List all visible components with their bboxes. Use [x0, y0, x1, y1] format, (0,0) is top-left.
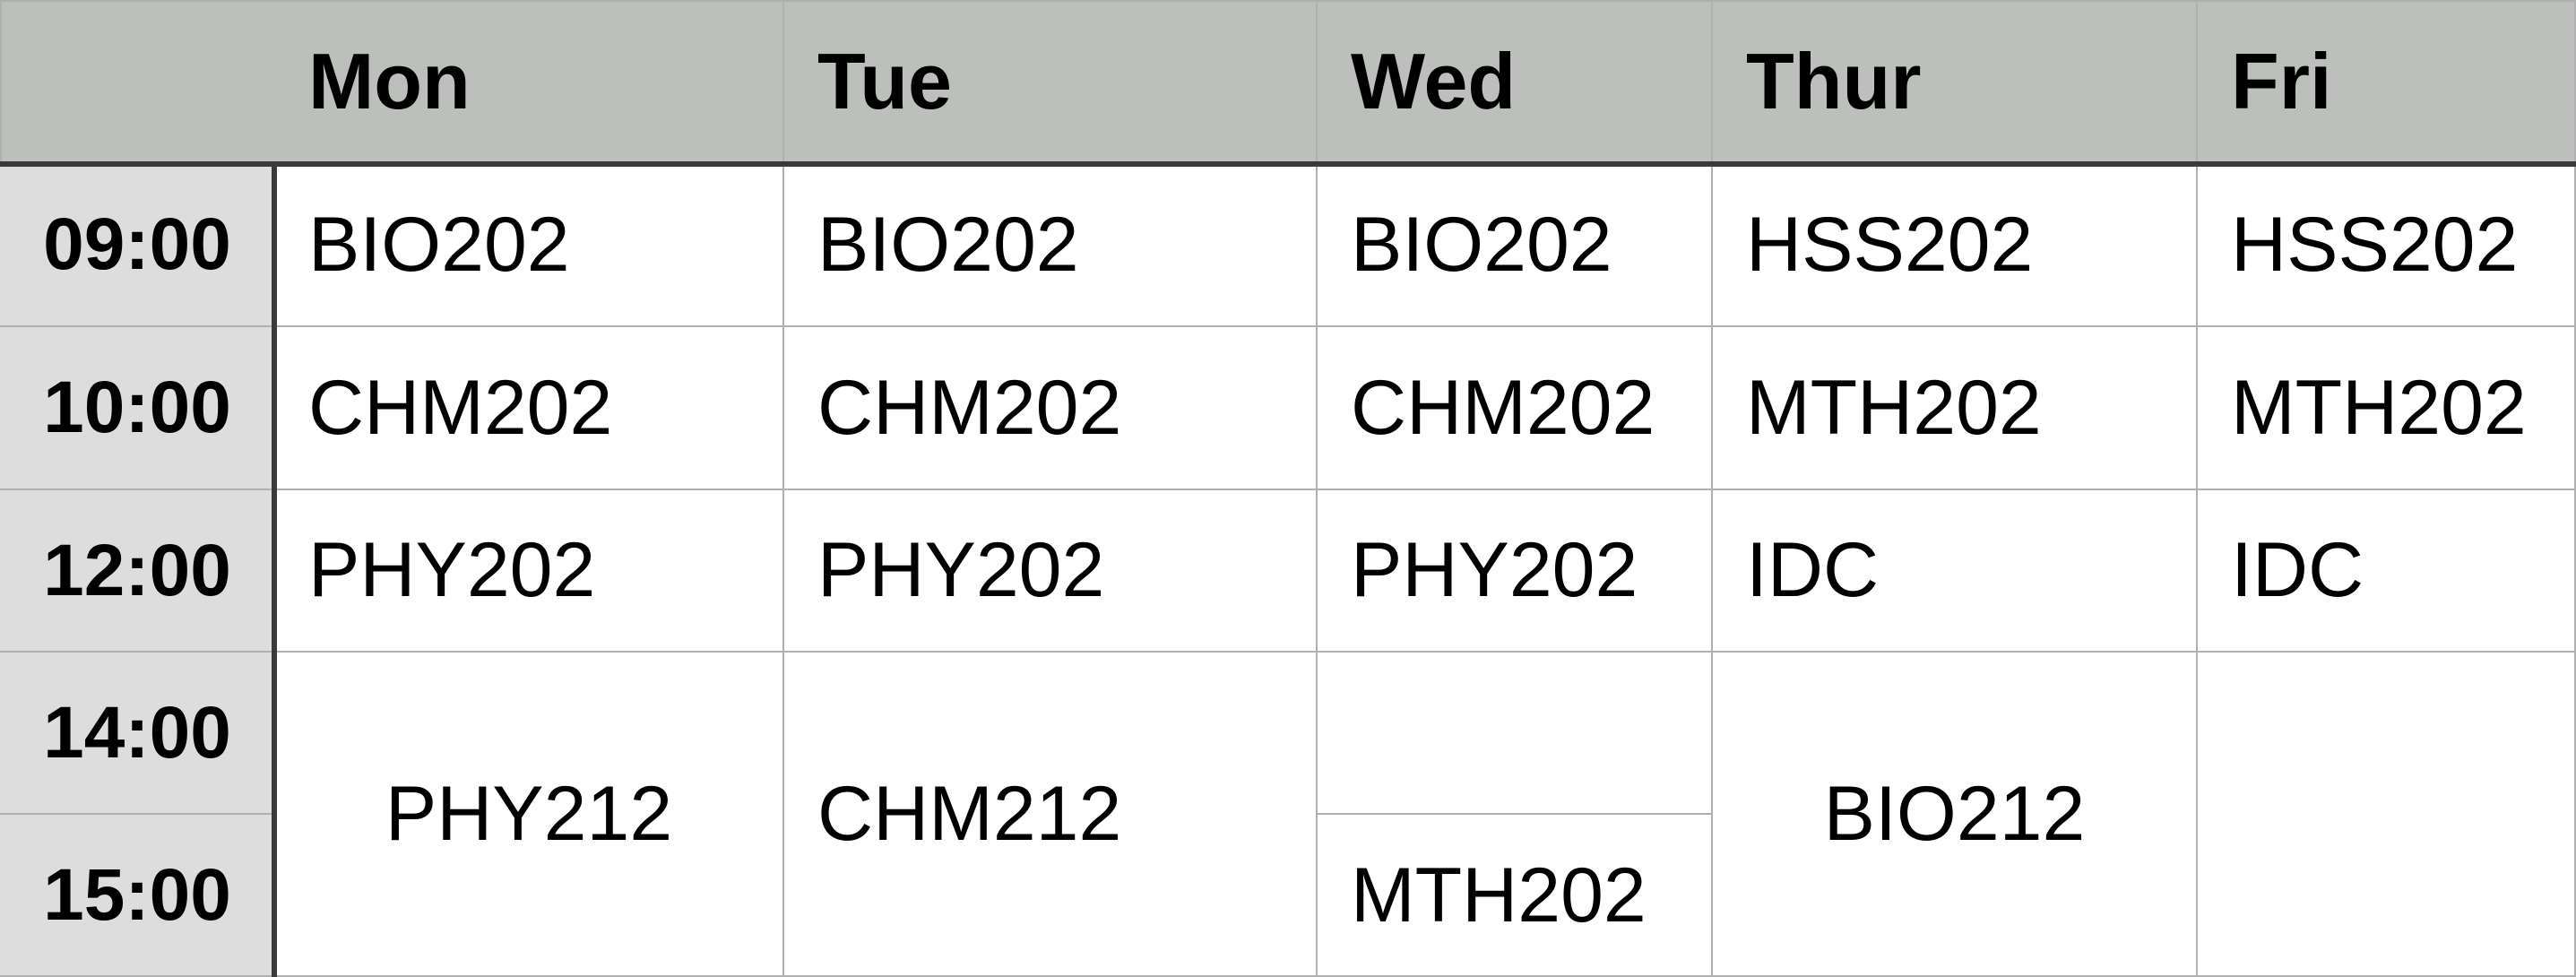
- time-column-rule: [272, 161, 277, 977]
- grid-line: [0, 488, 2576, 490]
- slot-thur-0900: HSS202: [1712, 163, 2197, 326]
- slot-tue-1400: CHM212: [783, 652, 1317, 977]
- timetable: Mon Tue Wed Thur Fri 09:00 10:00 12:00 1…: [0, 0, 2576, 977]
- time-label-1400: 14:00: [0, 652, 274, 814]
- grid-line: [0, 0, 2576, 2]
- slot-fri-1400: [2197, 652, 2576, 977]
- slot-mon-1400: PHY212: [274, 652, 783, 977]
- grid-line: [0, 0, 2, 163]
- slot-wed-0900: BIO202: [1317, 163, 1712, 326]
- slot-fri-1000: MTH202: [2197, 326, 2576, 489]
- slot-mon-1200: PHY202: [274, 489, 783, 652]
- slot-mon-1000: CHM202: [274, 326, 783, 489]
- slot-thur-1200: IDC: [1712, 489, 2197, 652]
- day-header-fri: Fri: [2197, 0, 2576, 163]
- slot-tue-1000: CHM202: [783, 326, 1317, 489]
- time-label-1500: 15:00: [0, 814, 274, 977]
- grid-line: [0, 651, 2576, 653]
- slot-tue-1200: PHY202: [783, 489, 1317, 652]
- slot-wed-1200: PHY202: [1317, 489, 1712, 652]
- time-label-1000: 10:00: [0, 326, 274, 489]
- grid-line: [0, 325, 2576, 327]
- time-label-1200: 12:00: [0, 489, 274, 652]
- slot-fri-1200: IDC: [2197, 489, 2576, 652]
- slot-wed-1400: [1317, 652, 1712, 814]
- day-header-mon: Mon: [274, 0, 783, 163]
- slot-wed-1500: MTH202: [1317, 814, 1712, 977]
- time-label-0900: 09:00: [0, 163, 274, 326]
- grid-line: [1317, 813, 1712, 815]
- slot-thur-1000: MTH202: [1712, 326, 2197, 489]
- day-header-wed: Wed: [1317, 0, 1712, 163]
- day-header-thur: Thur: [1712, 0, 2197, 163]
- header-rule: [0, 161, 2576, 167]
- slot-fri-0900: HSS202: [2197, 163, 2576, 326]
- slot-thur-1400: BIO212: [1712, 652, 2197, 977]
- corner-cell: [0, 0, 274, 163]
- slot-tue-0900: BIO202: [783, 163, 1317, 326]
- slot-wed-1000: CHM202: [1317, 326, 1712, 489]
- day-header-tue: Tue: [783, 0, 1317, 163]
- grid-line: [0, 813, 274, 815]
- slot-mon-0900: BIO202: [274, 163, 783, 326]
